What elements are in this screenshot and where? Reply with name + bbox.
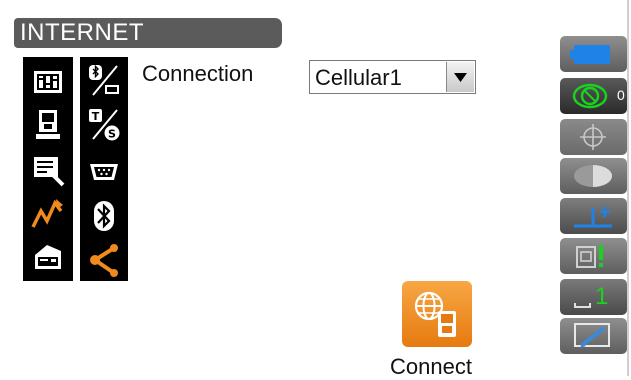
dropdown-button[interactable]: [446, 62, 474, 92]
connection-select[interactable]: Cellular1: [309, 60, 476, 94]
status-panel: 0 1: [551, 0, 631, 376]
serial-port-icon[interactable]: [87, 155, 121, 189]
screen-edge: [627, 0, 629, 376]
connect-button[interactable]: [402, 281, 472, 347]
connect-label: Connect: [390, 354, 472, 379]
target-button[interactable]: [560, 119, 627, 155]
half-moon-icon: [574, 165, 612, 187]
printer-icon[interactable]: [31, 241, 65, 275]
chevron-down-icon: [454, 73, 467, 82]
battery-button[interactable]: [560, 36, 627, 72]
input-button[interactable]: [560, 318, 627, 354]
document-edit-icon[interactable]: [31, 153, 65, 187]
height-plus-icon: [574, 207, 612, 228]
globe-device-icon: [414, 291, 456, 337]
height-button[interactable]: [560, 198, 627, 234]
tilt-counter: 0: [617, 87, 625, 103]
connection-label: Connection: [142, 61, 254, 86]
svg-text:S: S: [108, 128, 116, 141]
t-s-icon[interactable]: T S: [87, 107, 121, 141]
share-icon[interactable]: [87, 243, 121, 277]
total-station-icon[interactable]: [31, 108, 65, 142]
bluetooth-rs232-icon[interactable]: [87, 63, 121, 97]
keyboard-pen-icon: [574, 323, 610, 348]
internet-screen: INTERNET T S Connection Cellular1 Connec…: [0, 0, 631, 379]
ppm-button[interactable]: 1: [560, 279, 627, 315]
bluetooth-icon[interactable]: [87, 199, 121, 233]
instrument-settings-icon[interactable]: [31, 65, 65, 99]
signal-graph-icon[interactable]: [31, 197, 65, 231]
face-button[interactable]: [560, 158, 627, 194]
battery-icon: [570, 45, 610, 64]
target-crosshair-icon: [580, 124, 606, 150]
reflector-button[interactable]: [560, 238, 627, 274]
interface-icon-column: T S: [80, 57, 128, 281]
ppm-one-icon: [574, 303, 591, 308]
svg-text:T: T: [92, 110, 100, 123]
connection-value: Cellular1: [315, 65, 402, 90]
mode-icon-column: [23, 57, 73, 281]
ppm-number: 1: [595, 283, 609, 310]
reflector-mode-icon: [576, 245, 603, 268]
tilt-button[interactable]: 0: [560, 78, 627, 114]
page-title: INTERNET: [14, 18, 282, 48]
